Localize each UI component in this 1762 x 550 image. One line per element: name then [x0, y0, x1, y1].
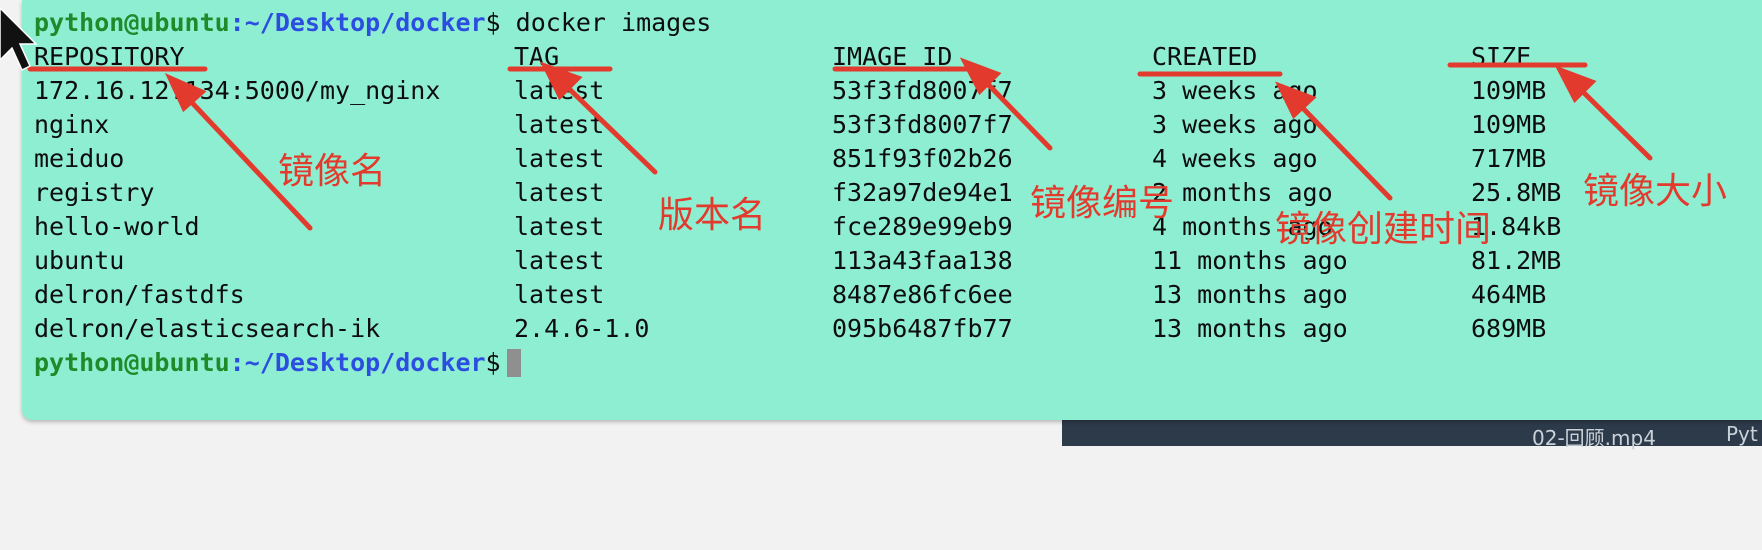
arrow-image-id: [977, 73, 1053, 151]
annotation-overlay: [0, 6, 1653, 231]
arrow-head-repository: [164, 73, 207, 113]
annotation-size: 镜像大小: [1583, 171, 1728, 212]
arrow-size: [1572, 81, 1653, 161]
annotation-tag: 版本名: [658, 195, 767, 236]
annotation-repository: 镜像名: [278, 151, 387, 192]
mouse-pointer-icon: [0, 6, 38, 72]
annotation-created: 镜像创建时间: [1275, 209, 1492, 250]
arrow-tag: [557, 77, 658, 175]
annotation-image-id: 镜像编号: [1030, 183, 1175, 224]
arrow-created: [1292, 97, 1393, 201]
